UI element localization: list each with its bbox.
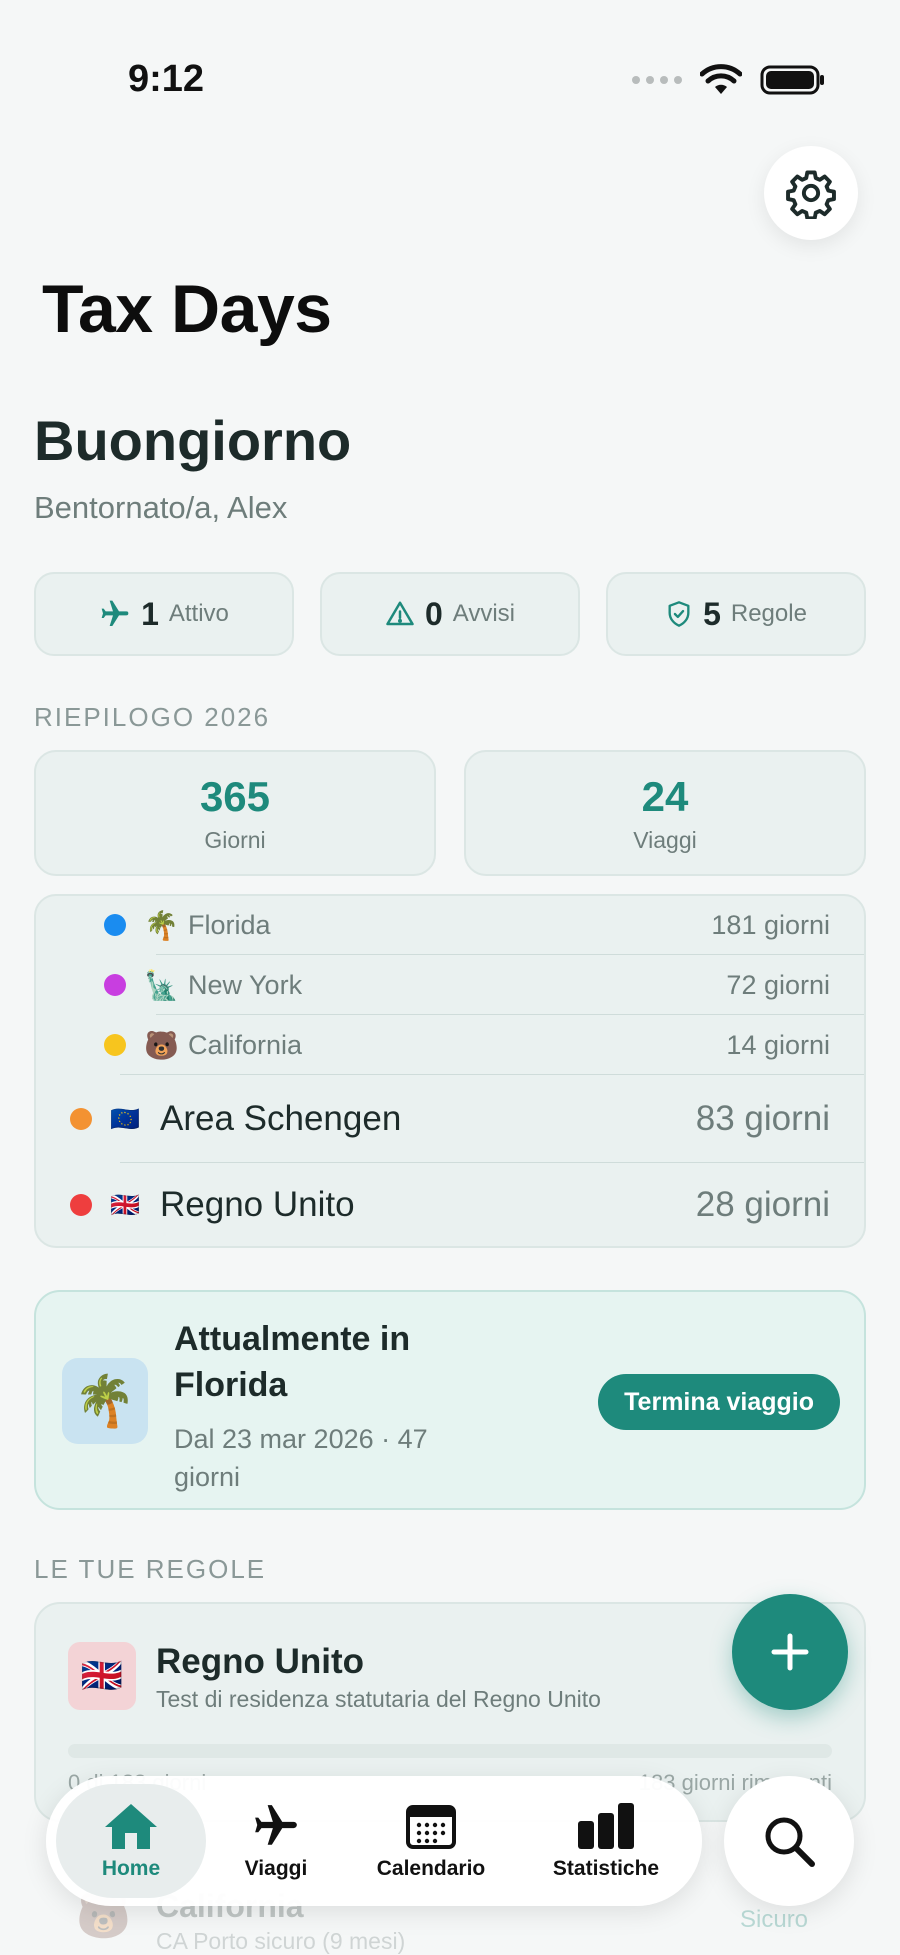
rule-progress-bar bbox=[68, 1744, 832, 1758]
divider bbox=[120, 1074, 864, 1075]
summary-section-label: RIEPILOGO 2026 bbox=[34, 702, 271, 732]
days-value: 365 bbox=[199, 772, 271, 820]
palm-tree-icon: 🌴 bbox=[62, 1358, 148, 1444]
wifi-icon bbox=[700, 64, 742, 94]
greeting-subtitle: Bentornato/a, Alex bbox=[34, 490, 288, 525]
plus-icon bbox=[771, 1633, 809, 1671]
days-stat-card: 365 Giorni bbox=[34, 750, 436, 876]
home-icon bbox=[105, 1804, 157, 1849]
current-trip-subtitle: Dal 23 mar 2026 · 47 giorni bbox=[174, 1424, 428, 1492]
color-dot bbox=[104, 1034, 126, 1056]
tab-label: Statistiche bbox=[552, 1857, 660, 1880]
region-name: Florida bbox=[188, 909, 271, 940]
app-title: Tax Days bbox=[42, 271, 332, 347]
eu-flag-icon: 🇪🇺 bbox=[110, 1105, 140, 1133]
chip-label: Regole bbox=[730, 600, 807, 627]
trips-label: Viaggi bbox=[633, 826, 697, 853]
end-trip-button[interactable]: Termina viaggio bbox=[598, 1374, 840, 1430]
rule-title: Regno Unito bbox=[156, 1642, 365, 1681]
tab-label: Home bbox=[101, 1857, 161, 1880]
region-name: Regno Unito bbox=[160, 1185, 355, 1224]
days-label: Giorni bbox=[204, 826, 266, 853]
color-dot bbox=[104, 914, 126, 936]
chip-value: 0 bbox=[424, 595, 443, 632]
chip-value: 5 bbox=[703, 595, 721, 632]
tab-label: Calendario bbox=[376, 1857, 486, 1880]
search-button[interactable] bbox=[724, 1776, 854, 1906]
trips-value: 24 bbox=[641, 772, 689, 820]
region-row-schengen[interactable]: 🇪🇺 Area Schengen 83 giorni bbox=[70, 1076, 830, 1162]
greeting-title: Buongiorno bbox=[34, 409, 352, 472]
color-dot bbox=[70, 1108, 92, 1130]
region-days: 83 giorni bbox=[695, 1099, 830, 1138]
region-row-florida[interactable]: 🌴 Florida 181 giorni bbox=[104, 896, 830, 954]
alerts-chip[interactable]: 0 Avvisi bbox=[320, 572, 580, 656]
active-trips-chip[interactable]: 1 Attivo bbox=[34, 572, 294, 656]
rule-description: CA Porto sicuro (9 mesi) bbox=[156, 1928, 406, 1954]
chip-label: Attivo bbox=[168, 600, 229, 627]
tab-trips[interactable]: Viaggi bbox=[216, 1784, 336, 1898]
divider bbox=[156, 1014, 864, 1015]
region-summary-list: 🌴 Florida 181 giorni 🗽 New York 72 giorn… bbox=[34, 894, 866, 1248]
region-name: New York bbox=[188, 969, 303, 1000]
shield-check-icon bbox=[668, 601, 690, 627]
chip-label: Avvisi bbox=[452, 600, 516, 627]
region-name: Area Schengen bbox=[160, 1099, 402, 1138]
rule-flag-emoji: 🇬🇧 bbox=[80, 1657, 124, 1695]
current-trip-title: Attualmente in Florida bbox=[174, 1320, 411, 1404]
rule-description: Test di residenza statutaria del Regno U… bbox=[156, 1686, 601, 1712]
tab-bar: Home Viaggi Calendario Statistiche bbox=[46, 1776, 702, 1906]
tab-home[interactable]: Home bbox=[56, 1784, 206, 1898]
region-days: 28 giorni bbox=[695, 1185, 830, 1224]
region-days: 72 giorni bbox=[726, 969, 830, 1000]
region-row-new-york[interactable]: 🗽 New York 72 giorni bbox=[104, 956, 830, 1014]
warning-icon bbox=[386, 601, 414, 626]
add-trip-button[interactable] bbox=[732, 1594, 848, 1710]
status-icons bbox=[632, 64, 826, 96]
rules-section-label: LE TUE REGOLE bbox=[34, 1554, 267, 1584]
bar-chart-icon bbox=[578, 1803, 634, 1849]
color-dot bbox=[104, 974, 126, 996]
signal-icon bbox=[632, 76, 682, 84]
battery-icon bbox=[760, 65, 824, 95]
tab-calendar[interactable]: Calendario bbox=[356, 1784, 506, 1898]
statue-of-liberty-icon: 🗽 bbox=[144, 969, 179, 1001]
divider bbox=[156, 954, 864, 955]
color-dot bbox=[70, 1194, 92, 1216]
tab-statistics[interactable]: Statistiche bbox=[526, 1784, 686, 1898]
palm-tree-icon: 🌴 bbox=[144, 909, 179, 941]
region-name: California bbox=[188, 1029, 303, 1060]
gear-icon bbox=[786, 170, 836, 219]
calendar-icon bbox=[406, 1805, 456, 1849]
region-row-uk[interactable]: 🇬🇧 Regno Unito 28 giorni bbox=[70, 1162, 830, 1248]
uk-flag-icon: 🇬🇧 bbox=[110, 1191, 140, 1219]
region-days: 14 giorni bbox=[726, 1029, 830, 1060]
search-icon bbox=[765, 1817, 815, 1867]
region-row-california[interactable]: 🐻 California 14 giorni bbox=[104, 1016, 830, 1074]
rule-status: Sicuro bbox=[740, 1906, 809, 1933]
chip-value: 1 bbox=[141, 595, 159, 632]
current-trip-card[interactable]: 🌴 Attualmente in Florida Dal 23 mar 2026… bbox=[34, 1290, 866, 1510]
trips-stat-card: 24 Viaggi bbox=[464, 750, 866, 876]
settings-button[interactable] bbox=[764, 146, 858, 240]
rules-chip[interactable]: 5 Regole bbox=[606, 572, 866, 656]
uk-flag-icon: 🇬🇧 bbox=[68, 1642, 136, 1710]
region-days: 181 giorni bbox=[711, 909, 830, 940]
tab-label: Viaggi bbox=[244, 1857, 308, 1880]
bear-icon: 🐻 bbox=[144, 1029, 179, 1061]
status-time: 9:12 bbox=[128, 58, 205, 100]
airplane-icon bbox=[101, 600, 129, 626]
airplane-icon bbox=[255, 1805, 297, 1845]
